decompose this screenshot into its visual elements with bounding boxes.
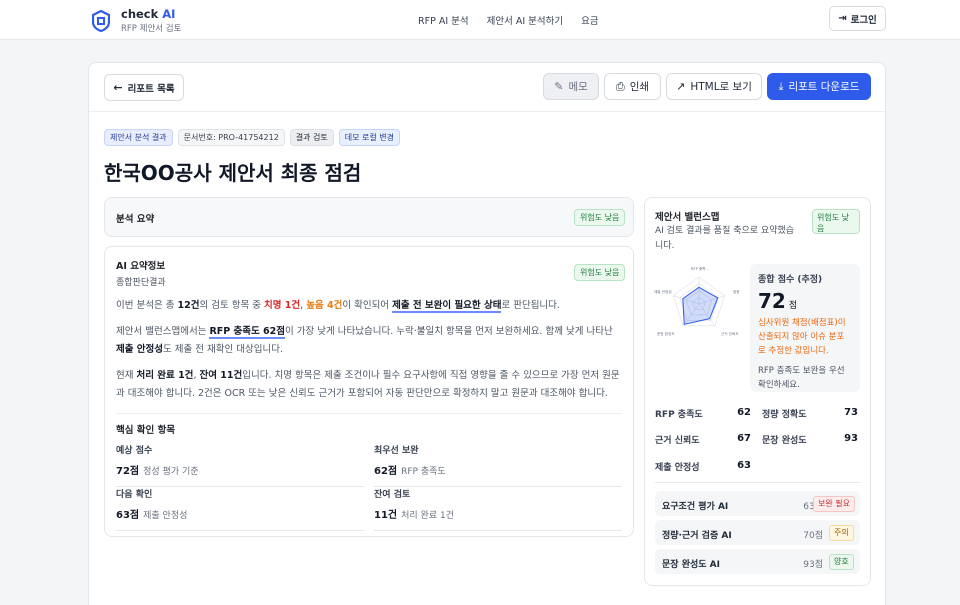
nav-proposal-analysis[interactable]: 제안서 AI 분석하기 xyxy=(487,13,564,27)
summary-paragraph-2: 제안서 밸런스맵에서는 RFP 충족도 62점이 가장 낮게 나타났습니다. 누… xyxy=(116,326,613,355)
risk-badge: 위험도 낮음 xyxy=(812,209,860,234)
ai-row-sentence[interactable]: 문장 완성도 AI 93점 양호 xyxy=(655,549,860,574)
summary-title: 분석 요약 xyxy=(116,214,155,225)
balance-title: 제안서 밸런스맵 xyxy=(655,212,720,223)
radar-chart: RFP 충족... 정량 근거 신뢰도 문장 완성도 제출 안정성 xyxy=(654,266,740,336)
key-item-next-check: 다음 확인 63점 제출 안정성 xyxy=(116,487,364,531)
metric-evidence-reliability: 근거 신뢰도 67 xyxy=(655,433,751,446)
tag-result-type: 제안서 분석 결과 xyxy=(104,129,173,146)
metric-rfp-fulfillment: RFP 충족도 62 xyxy=(655,407,751,420)
page-title: 한국OO공사 제안서 최종 점검 xyxy=(104,161,362,185)
report-toolbar: ← 리포트 목록 ✎ 메모 ⎙ 인쇄 ↗ HTML로 보기 ⤓ 리포트 다운로드 xyxy=(89,63,885,112)
report-tags: 제안서 분석 결과 문서번호: PRO-41754212 결과 검토 데모 로컬… xyxy=(104,129,405,146)
key-item-top-priority: 최우선 보완 62점 RFP 충족도 xyxy=(374,443,622,487)
overall-score: 72 xyxy=(758,289,786,313)
radar-label-quant: 정량 xyxy=(733,289,740,294)
key-item-expected-score: 예상 점수 72점 정성 평가 기준 xyxy=(116,443,364,487)
arrow-left-icon: ← xyxy=(113,81,123,94)
download-report-button[interactable]: ⤓ 리포트 다운로드 xyxy=(767,73,871,100)
ai-summary-subtitle: 종합판단결과 xyxy=(116,278,166,288)
tag-doc-number: 문서번호: PRO-41754212 xyxy=(177,129,285,146)
score-note: RFP 충족도 보완을 우선 확인하세요. xyxy=(758,366,845,390)
login-button[interactable]: ⇥ 로그인 xyxy=(829,6,886,31)
print-button[interactable]: ⎙ 인쇄 xyxy=(604,73,661,100)
nav-rfp-analysis[interactable]: RFP AI 분석 xyxy=(418,13,469,27)
metric-quant-accuracy: 정량 정확도 73 xyxy=(762,407,858,420)
external-link-icon: ↗ xyxy=(676,80,686,93)
brand-subtitle: RFP 제안서 검토 xyxy=(121,24,182,34)
balance-map-panel: 제안서 밸런스맵 AI 검토 결과를 품질 축으로 요약했습니다. 위험도 낮음… xyxy=(644,197,871,586)
risk-badge: 위험도 낮음 xyxy=(574,209,626,226)
memo-button[interactable]: ✎ 메모 xyxy=(543,73,599,100)
back-to-list-button[interactable]: ← 리포트 목록 xyxy=(104,74,184,101)
metric-submission-stability: 제출 안정성 63 xyxy=(655,460,751,473)
risk-badge: 위험도 낮음 xyxy=(574,264,626,281)
divider xyxy=(655,482,860,483)
status-badge: 양호 xyxy=(829,554,854,570)
pencil-icon: ✎ xyxy=(554,80,564,93)
radar-label-evidence: 근거 신뢰도 xyxy=(721,331,739,336)
summary-paragraph-3: 현재 처리 완료 1건, 잔여 11건입니다. 치명 항목은 제출 조건이나 필… xyxy=(116,370,620,399)
balance-description: AI 검토 결과를 품질 축으로 요약했습니다. xyxy=(655,226,795,251)
ai-summary-panel: AI 요약정보 종합판단결과 위험도 낮음 이번 분석은 총 12건의 검토 항… xyxy=(104,246,634,537)
report-card: ← 리포트 목록 ✎ 메모 ⎙ 인쇄 ↗ HTML로 보기 ⤓ 리포트 다운로드 제안서 … xyxy=(88,62,886,605)
ai-summary-title: AI 요약정보 xyxy=(116,261,166,272)
status-badge: 주의 xyxy=(829,525,854,541)
top-bar: check AI RFP 제안서 검토 RFP AI 분석 제안서 AI 분석하… xyxy=(0,0,960,40)
key-items-title: 핵심 확인 항목 xyxy=(116,425,176,436)
status-badge: 보완 필요 xyxy=(813,496,855,512)
tag-demo-local: 데모 로컬 변경 xyxy=(338,129,401,146)
printer-icon: ⎙ xyxy=(615,79,625,93)
divider xyxy=(116,413,622,414)
key-item-remaining: 잔여 검토 11건 처리 완료 1건 xyxy=(374,487,622,531)
view-html-button[interactable]: ↗ HTML로 보기 xyxy=(666,73,762,100)
logo[interactable]: check AI RFP 제안서 검토 xyxy=(92,7,181,34)
download-icon: ⤓ xyxy=(778,79,784,93)
radar-label-sentence: 문장 완성도 xyxy=(657,331,675,336)
radar-label-stability: 제출 안정성 xyxy=(654,289,672,294)
nav-pricing[interactable]: 요금 xyxy=(581,13,598,27)
summary-panel[interactable]: 분석 요약 위험도 낮음 xyxy=(104,197,634,237)
summary-paragraph-1: 이번 분석은 총 12건의 검토 항목 중 치명 1건, 높음 4건이 확인되어… xyxy=(116,300,560,313)
shield-logo-icon xyxy=(92,9,110,32)
ai-row-quant-evidence[interactable]: 정량·근거 검증 AI 70점 주의 xyxy=(655,520,860,545)
tag-review-status: 결과 검토 xyxy=(289,129,334,146)
login-icon: ⇥ xyxy=(838,13,847,24)
overall-score-box: 종합 점수 (추정) 72 점 심사위원 채점(배점표)이 산출되지 않아 이슈 … xyxy=(750,264,860,392)
radar-label-rfp: RFP 충족... xyxy=(691,266,709,271)
brand-name: check AI xyxy=(121,7,176,21)
ai-row-requirements[interactable]: 요구조건 평가 AI63점보완 필요 xyxy=(655,491,860,516)
metric-sentence-completeness: 문장 완성도 93 xyxy=(762,433,858,446)
radar-value-shape xyxy=(682,286,719,325)
main-nav: RFP AI 분석 제안서 AI 분석하기 요금 xyxy=(418,13,617,27)
score-warning: 심사위원 채점(배점표)이 산출되지 않아 이슈 분포로 추정한 값입니다. xyxy=(758,318,846,356)
